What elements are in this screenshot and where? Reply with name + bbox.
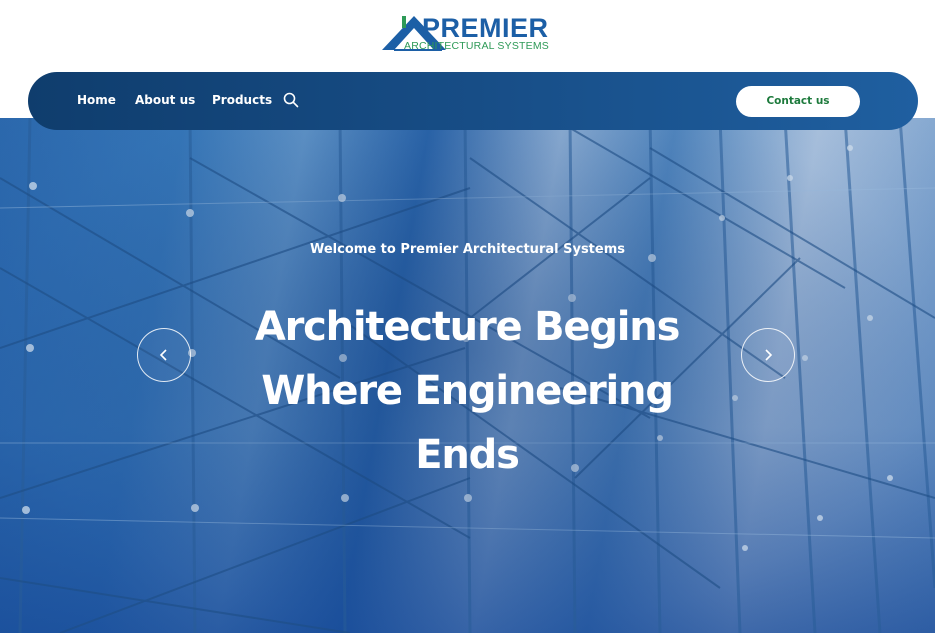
brand-name: PREMIER	[422, 13, 549, 43]
slider-prev-button[interactable]	[137, 328, 191, 382]
slider-next-button[interactable]	[741, 328, 795, 382]
main-navigation: Home About us Products Contact us	[28, 72, 918, 130]
nav-item-about-us[interactable]: About us	[135, 93, 195, 107]
search-icon[interactable]	[283, 92, 299, 108]
hero-headline-line-2: Where Engineering	[261, 368, 674, 414]
nav-item-home[interactable]: Home	[77, 93, 116, 107]
chevron-right-icon	[765, 349, 773, 361]
hero-headline-line-1: Architecture Begins	[254, 304, 681, 350]
nav-item-products[interactable]: Products	[212, 93, 272, 107]
brand-logo[interactable]: PREMIER ARCHITECTURAL SYSTEMS	[380, 12, 560, 56]
chevron-left-icon	[159, 349, 167, 361]
brand-tagline: ARCHITECTURAL SYSTEMS	[404, 40, 549, 52]
hero-headline: Architecture Begins Where Engineering En…	[217, 295, 717, 487]
hero-welcome-text: Welcome to Premier Architectural Systems	[309, 242, 625, 257]
hero-headline-line-3: Ends	[415, 432, 520, 478]
contact-us-button[interactable]: Contact us	[736, 86, 860, 117]
